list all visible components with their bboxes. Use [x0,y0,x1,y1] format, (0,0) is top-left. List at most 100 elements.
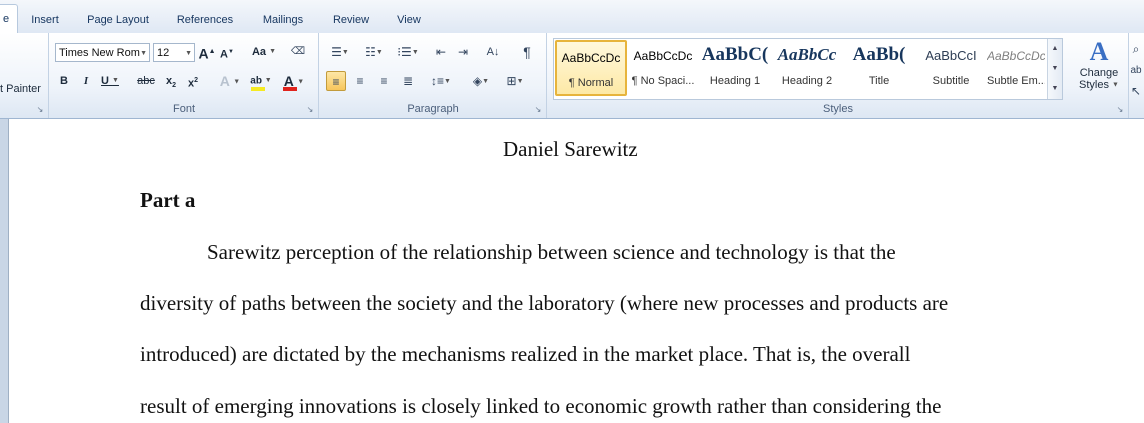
shrink-font-button[interactable]: A▼ [219,42,235,62]
ribbon-tab-bar: e Insert Page Layout References Mailings… [0,0,1144,34]
tab-mailings[interactable]: Mailings [260,9,306,31]
select-icon[interactable]: ↖ [1128,81,1144,101]
clear-formatting-icon[interactable]: ⌫ [288,42,308,62]
document-heading: Daniel Sarewitz [503,137,638,161]
align-center-icon[interactable]: ≡ [350,71,370,91]
highlight-swatch [251,87,265,91]
increase-indent-icon[interactable]: ⇥ [454,42,472,62]
font-name-combo[interactable]: Times New Rom ▼ [55,43,150,62]
pilcrow-icon[interactable]: ¶ [518,42,536,62]
align-left-icon: ≡ [332,75,340,89]
underline-icon: U [101,75,109,87]
borders-icon[interactable]: ⊞▼ [502,71,528,91]
find-icon[interactable]: ⌕ [1128,39,1144,59]
underline-button[interactable]: U ▼ [100,71,120,91]
style-sample: AaBb( [852,44,906,65]
style-name: Subtitle [932,75,970,87]
document-area[interactable]: Daniel Sarewitz Part a Sarewitz percepti… [0,119,1144,423]
chevron-down-icon: ▼ [185,50,192,57]
style-subtitle[interactable]: AaBbCcI Subtitle [915,40,987,96]
tab-home[interactable]: e [0,4,18,34]
tab-page-layout[interactable]: Page Layout [87,9,149,31]
chevron-down-icon: ▼ [140,50,147,57]
grow-font-icon: A [198,45,209,62]
font-launcher-icon[interactable]: ↘ [306,106,314,114]
paragraph-line: result of emerging innovations is closel… [140,394,942,418]
paragraph-group-label: Paragraph [407,103,459,115]
bullets-icon[interactable]: ☰▼ [326,42,354,62]
change-styles-label-1: Change [1079,67,1119,79]
change-styles-icon: A [1089,37,1109,66]
style-no-spacing[interactable]: AaBbCcDc ¶ No Spaci... [627,40,699,96]
bold-button[interactable]: B [55,71,73,91]
paragraph-group: ☰▼ ☷▼ ⁝☰▼ ⇤ ⇥ A↓ ¶ ≡ ≡ ≡ ≣ ↕≡▼ ◈▼ ⊞▼ Par… [320,33,547,118]
chevron-down-icon[interactable]: ▼ [1048,59,1062,79]
decrease-indent-icon[interactable]: ⇤ [432,42,450,62]
subscript-button[interactable]: x2 [162,71,180,91]
change-case-button[interactable]: Aa ▼ [250,42,278,62]
font-size-value: 12 [157,47,170,59]
style-name: ¶ Normal [568,77,614,89]
font-color-button[interactable]: A ▼ [280,71,308,91]
numbering-icon[interactable]: ☷▼ [360,42,388,62]
style-sample: AaBbC( [701,44,769,65]
align-left-button[interactable]: ≡ [326,71,346,91]
shading-icon[interactable]: ◈▼ [468,71,494,91]
section-heading: Part a [140,188,196,212]
font-group-label: Font [172,103,195,115]
paragraph-launcher-icon[interactable]: ↘ [534,106,542,114]
tab-insert[interactable]: Insert [30,9,60,31]
change-styles-label-2: Styles [1079,79,1109,91]
text-effects-button[interactable]: A ▼ [218,71,242,91]
strikethrough-button[interactable]: abc [134,71,158,91]
ribbon: t Painter ↘ Times New Rom ▼ 12 ▼ A▲ A▼ A… [0,33,1144,119]
paragraph-line: diversity of paths between the society a… [140,291,949,315]
paragraph-line: Sarewitz perception of the relationship … [207,240,896,264]
style-sample: AaBbCcI [925,48,977,63]
style-sample: AaBbCc [777,45,837,64]
italic-button[interactable]: I [78,71,94,91]
change-styles-button[interactable]: A Change Styles ▼ [1076,37,1122,97]
chevron-up-icon[interactable]: ▲ [1048,39,1062,59]
change-case-icon: Aa [251,46,267,58]
style-heading-1[interactable]: AaBbC( Heading 1 [699,40,771,96]
sort-icon[interactable]: A↓ [484,42,502,62]
style-heading-2[interactable]: AaBbCc Heading 2 [771,40,843,96]
style-name: Subtle Em... [987,75,1045,87]
font-group: Times New Rom ▼ 12 ▼ A▲ A▼ Aa ▼ ⌫ B I U … [50,33,319,118]
grow-font-button[interactable]: A▲ [198,42,216,62]
clipboard-group: t Painter ↘ [0,33,49,118]
style-normal[interactable]: AaBbCcDc ¶ Normal [555,40,627,96]
styles-launcher-icon[interactable]: ↘ [1116,106,1124,114]
font-name-value: Times New Rom [59,47,140,59]
style-name: Title [868,75,890,87]
multilevel-list-icon[interactable]: ⁝☰▼ [394,42,422,62]
style-title[interactable]: AaBb( Title [843,40,915,96]
align-right-icon[interactable]: ≡ [374,71,394,91]
justify-icon[interactable]: ≣ [398,71,418,91]
style-sample: AaBbCcDc [633,49,693,63]
font-size-combo[interactable]: 12 ▼ [153,43,195,62]
format-painter-button[interactable]: t Painter [0,79,41,99]
font-color-swatch [283,87,297,91]
gallery-more-icon[interactable]: ▼ [1048,79,1062,99]
paragraph-line: introduced) are dictated by the mechanis… [140,342,911,366]
replace-icon[interactable]: ab [1128,61,1144,81]
clipboard-launcher-icon[interactable]: ↘ [36,106,44,114]
shrink-font-icon: A [220,48,228,61]
superscript-button[interactable]: x2 [184,71,202,91]
tab-references[interactable]: References [176,9,234,31]
styles-gallery-scrollbar[interactable]: ▲ ▼ ▼ [1047,39,1062,99]
styles-gallery: AaBbCcDc ¶ Normal AaBbCcDc ¶ No Spaci...… [553,38,1063,100]
tab-view[interactable]: View [396,9,422,31]
style-name: ¶ No Spaci... [631,75,695,87]
style-sample: AaBbCcDc [987,49,1045,63]
style-subtle-emphasis[interactable]: AaBbCcDc Subtle Em... [987,40,1045,96]
style-sample: AaBbCcDc [561,51,621,65]
tab-review[interactable]: Review [332,9,370,31]
style-name: Heading 1 [709,75,761,87]
text-effects-icon: A [219,73,230,89]
highlight-button[interactable]: ab ▼ [248,71,274,91]
line-spacing-icon[interactable]: ↕≡▼ [428,71,454,91]
page-gutter [0,119,9,423]
